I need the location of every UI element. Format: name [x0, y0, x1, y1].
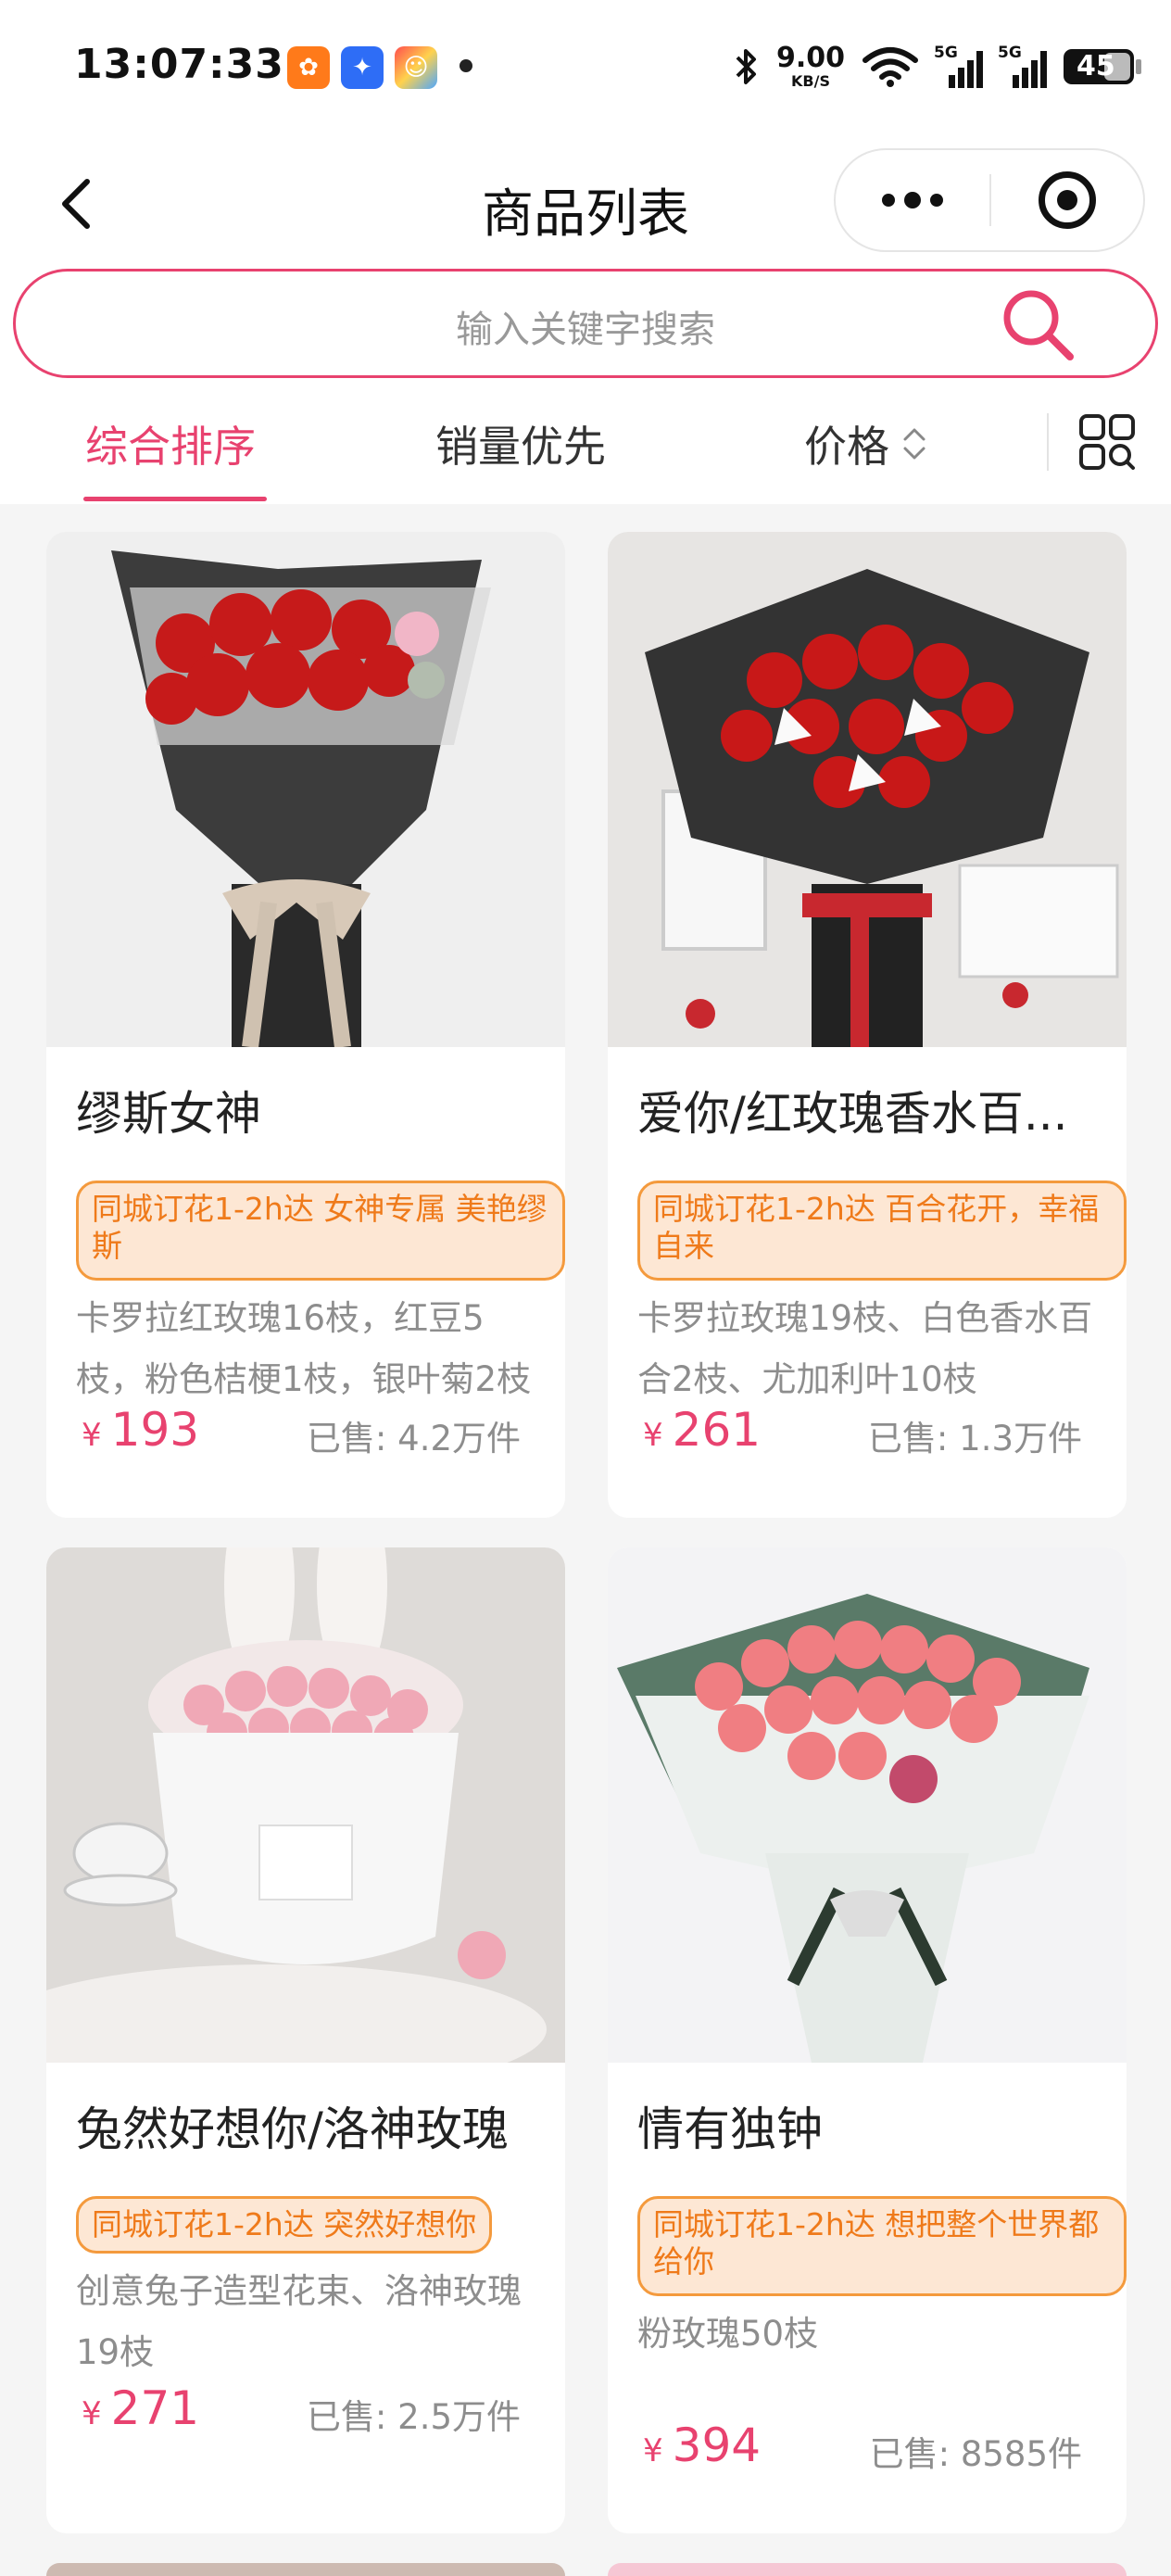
sort-tab-comprehensive[interactable]: 综合排序 [85, 413, 256, 474]
product-price: ¥271 [82, 2381, 199, 2435]
product-price: ¥394 [643, 2418, 761, 2472]
currency-symbol: ¥ [643, 2432, 663, 2469]
product-image[interactable] [608, 532, 1127, 1047]
more-dots-icon [904, 192, 921, 208]
product-sold-count: 已售: 1.3万件 [867, 1419, 1082, 1458]
product-card-partial[interactable] [46, 2563, 565, 2576]
app-notification-icon: ✿ [287, 46, 330, 89]
sort-divider [1047, 413, 1049, 471]
grid-layout-icon[interactable] [1078, 413, 1136, 471]
currency-symbol: ¥ [82, 2395, 102, 2432]
status-time: 13:07:33 [74, 41, 284, 88]
search-placeholder: 输入关键字搜索 [456, 309, 715, 351]
product-sold-count: 已售: 4.2万件 [306, 1419, 521, 1458]
sort-tab-price-label: 价格 [804, 422, 889, 472]
wifi-icon [863, 47, 918, 87]
more-notifications-dot-icon [460, 59, 472, 72]
product-description: 卡罗拉红玫瑰16枝，红豆5枝，粉色桔梗1枝，银叶菊2枝 [76, 1298, 532, 1399]
product-description: 创意兔子造型花束、洛神玫瑰19枝 [76, 2271, 522, 2372]
product-card-partial[interactable] [608, 2563, 1127, 2576]
bluetooth-icon [736, 49, 756, 84]
network-speed: 9.00 KB/S [776, 44, 845, 89]
battery-level: 45 [1077, 50, 1115, 82]
product-tag: 同城订花1-2h达 百合花开，幸福自来 [637, 1181, 1127, 1281]
product-name: 兔然好想你/洛神玫瑰 [76, 2102, 509, 2156]
price-value: 394 [672, 2418, 762, 2472]
product-card[interactable]: 兔然好想你/洛神玫瑰 同城订花1-2h达 突然好想你 创意兔子造型花束、洛神玫瑰… [46, 1547, 565, 2533]
product-sold-count: 已售: 2.5万件 [306, 2397, 521, 2437]
product-card[interactable]: 爱你/红玫瑰香水百... 同城订花1-2h达 百合花开，幸福自来 卡罗拉玫瑰19… [608, 532, 1127, 1518]
product-description: 粉玫瑰50枝 [637, 2314, 819, 2354]
target-circle-icon [1039, 171, 1096, 229]
sort-tab-price[interactable]: 价格 [804, 413, 928, 474]
search-bar: 输入关键字搜索 [0, 269, 1171, 380]
product-image[interactable] [46, 1547, 565, 2063]
price-value: 193 [110, 1403, 200, 1457]
network-speed-unit: KB/S [791, 72, 830, 90]
close-miniprogram-button[interactable] [991, 171, 1143, 229]
miniprogram-capsule [834, 148, 1145, 252]
up-down-chevron-icon [903, 428, 925, 460]
product-tag: 同城订花1-2h达 女神专属 美艳缪斯 [76, 1181, 565, 1281]
product-description: 卡罗拉玫瑰19枝、白色香水百合2枝、尤加利叶10枝 [637, 1298, 1093, 1399]
product-tag: 同城订花1-2h达 想把整个世界都给你 [637, 2196, 1127, 2296]
more-dots-icon [930, 194, 943, 207]
nav-bar: 商品列表 [0, 139, 1171, 269]
product-name: 情有独钟 [637, 2102, 823, 2156]
product-image[interactable] [46, 532, 565, 1047]
signal-strength-icon: 5G [934, 44, 983, 88]
search-icon[interactable] [996, 283, 1079, 366]
price-value: 261 [672, 1403, 762, 1457]
product-name: 爱你/红玫瑰香水百... [637, 1087, 1068, 1141]
status-indicators: 9.00 KB/S 5G 5G 45 [732, 41, 1141, 93]
active-tab-underline [83, 497, 267, 501]
product-card[interactable]: 情有独钟 同城订花1-2h达 想把整个世界都给你 粉玫瑰50枝 ¥394 已售:… [608, 1547, 1127, 2533]
app-notification-icon: ☺ [395, 46, 437, 89]
more-dots-icon [882, 194, 895, 207]
product-tag: 同城订花1-2h达 突然好想你 [76, 2196, 493, 2254]
signal-label: 5G [998, 44, 1022, 62]
more-button[interactable] [836, 150, 989, 250]
currency-symbol: ¥ [643, 1417, 663, 1454]
signal-label: 5G [934, 44, 958, 62]
sort-bar: 综合排序 销量优先 价格 [0, 380, 1171, 504]
search-input[interactable]: 输入关键字搜索 [13, 269, 1158, 378]
product-image[interactable] [608, 1547, 1127, 2063]
product-sold-count: 已售: 8585件 [869, 2434, 1082, 2474]
signal-strength-icon: 5G [998, 44, 1047, 88]
product-price: ¥261 [643, 1403, 761, 1457]
notification-icons: ✿ ✦ ☺ [287, 46, 437, 89]
battery-icon: 45 [1064, 49, 1141, 84]
sort-tab-sales[interactable]: 销量优先 [435, 413, 606, 474]
status-bar: 13:07:33 ✿ ✦ ☺ 9.00 KB/S 5G 5G 45 [0, 0, 1171, 139]
network-speed-value: 9.00 [775, 42, 845, 74]
product-card[interactable]: 缪斯女神 同城订花1-2h达 女神专属 美艳缪斯 卡罗拉红玫瑰16枝，红豆5枝，… [46, 532, 565, 1518]
price-value: 271 [110, 2381, 200, 2435]
product-name: 缪斯女神 [76, 1087, 261, 1141]
currency-symbol: ¥ [82, 1417, 102, 1454]
product-price: ¥193 [82, 1403, 199, 1457]
app-notification-icon: ✦ [341, 46, 384, 89]
